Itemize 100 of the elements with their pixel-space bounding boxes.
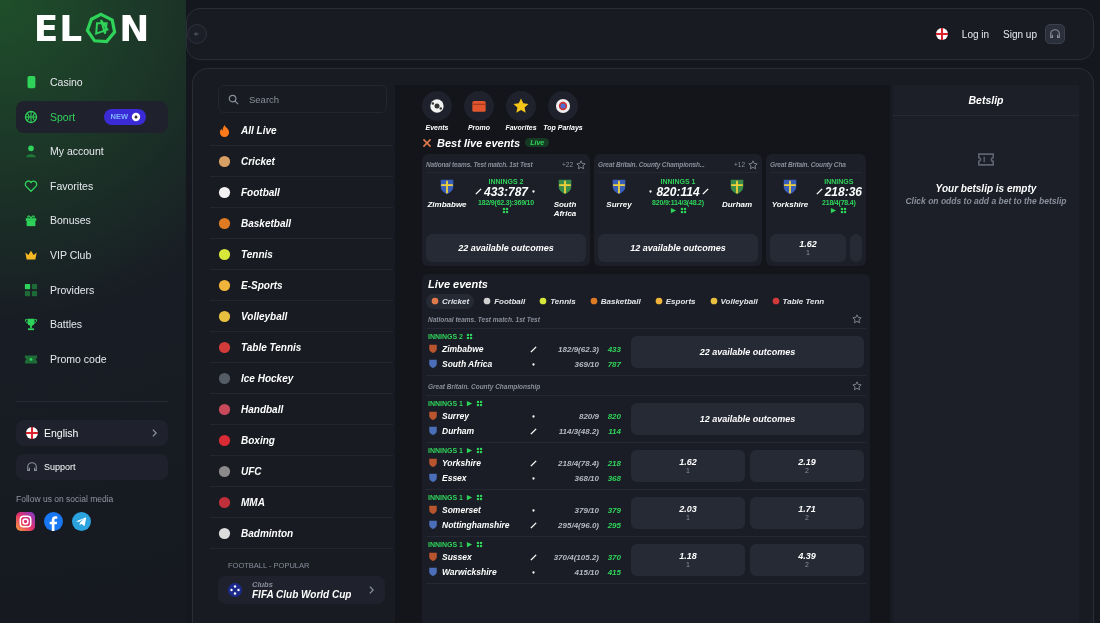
grid-icon bbox=[24, 282, 38, 297]
signup-link[interactable]: Sign up bbox=[1003, 28, 1037, 40]
play-icon[interactable] bbox=[466, 400, 473, 408]
search-field[interactable]: Search bbox=[218, 85, 387, 113]
stats-icon[interactable] bbox=[679, 206, 687, 214]
score: 820:114 bbox=[656, 184, 700, 199]
star-icon[interactable] bbox=[748, 159, 758, 170]
nav-item[interactable]: Battles bbox=[16, 308, 168, 341]
sport-item[interactable]: Ice Hockey bbox=[210, 363, 393, 394]
play-icon[interactable] bbox=[830, 206, 838, 214]
ball-icon bbox=[589, 297, 598, 306]
sport-item[interactable]: Tennis bbox=[210, 239, 393, 270]
empty-hint: Click on odds to add a bet to the betslip bbox=[904, 196, 1068, 206]
play-icon[interactable] bbox=[466, 447, 473, 455]
telegram-icon[interactable] bbox=[72, 511, 91, 531]
star-icon[interactable] bbox=[852, 381, 862, 392]
stats-icon[interactable] bbox=[502, 206, 510, 214]
nav-item[interactable]: Favorites bbox=[16, 169, 168, 202]
support-button[interactable] bbox=[1045, 24, 1065, 44]
ball-icon bbox=[218, 216, 231, 230]
star-icon[interactable] bbox=[576, 159, 586, 170]
stats-icon[interactable] bbox=[476, 447, 483, 455]
nav-item[interactable]: Casino bbox=[16, 66, 168, 98]
sport-tab[interactable]: Cricket bbox=[426, 293, 475, 309]
outcomes-button[interactable]: 12 available outcomes bbox=[631, 402, 864, 435]
sport-item[interactable]: Handball bbox=[210, 394, 393, 425]
login-link[interactable]: Log in bbox=[961, 28, 990, 40]
ball-icon bbox=[709, 297, 718, 306]
shield-icon bbox=[428, 520, 438, 531]
star-icon[interactable] bbox=[852, 314, 862, 325]
stats-icon[interactable] bbox=[476, 541, 483, 549]
sport-item[interactable]: Boxing bbox=[210, 425, 393, 456]
stats-icon[interactable] bbox=[466, 333, 473, 341]
stats-icon[interactable] bbox=[840, 206, 848, 214]
sport-item[interactable]: UFC bbox=[210, 456, 393, 487]
arrow-icon bbox=[193, 30, 201, 38]
facebook-icon[interactable] bbox=[44, 511, 63, 531]
team-name: South Africa bbox=[442, 359, 494, 370]
sport-tab[interactable]: Esports bbox=[649, 293, 701, 309]
score: 114 bbox=[607, 426, 621, 436]
sport-item[interactable]: Volleyball bbox=[210, 301, 393, 332]
sport-item[interactable]: All Live bbox=[210, 115, 393, 146]
sport-tab[interactable]: Basketball bbox=[584, 293, 646, 309]
social-heading: Follow us on social media bbox=[16, 493, 115, 504]
nav-item[interactable]: My account bbox=[16, 135, 168, 168]
ball-icon bbox=[131, 111, 141, 122]
sport-tab[interactable]: Table Tenn bbox=[766, 293, 830, 309]
play-icon[interactable] bbox=[466, 494, 473, 502]
language-button[interactable]: English bbox=[16, 419, 168, 446]
trophy-icon bbox=[24, 317, 38, 332]
flag-icon[interactable] bbox=[935, 28, 948, 40]
score-detail: 369/10 bbox=[573, 359, 599, 369]
sport-tab[interactable]: Tennis bbox=[534, 293, 581, 309]
nav-item[interactable]: Bonuses bbox=[16, 204, 168, 237]
outcomes-button[interactable]: 22 available outcomes bbox=[426, 233, 586, 262]
score-detail: 218/4(78.4) bbox=[557, 458, 599, 468]
nav-item[interactable]: VIP Club bbox=[16, 238, 168, 271]
play-icon[interactable] bbox=[669, 206, 677, 214]
sport-item[interactable]: Basketball bbox=[210, 208, 393, 239]
betslip-title: Betslip bbox=[893, 85, 1079, 116]
score-detail: 370/4(105.2) bbox=[552, 552, 599, 562]
sport-item[interactable]: MMA bbox=[210, 487, 393, 518]
score-detail: 114/3(48.2) bbox=[557, 426, 599, 436]
outcomes-button[interactable]: 12 available outcomes bbox=[598, 233, 758, 262]
nav-item[interactable]: Promo code bbox=[16, 342, 168, 375]
sport-item[interactable]: Football bbox=[210, 177, 393, 208]
sport-item[interactable]: Badminton bbox=[210, 518, 393, 549]
shield-icon bbox=[428, 473, 438, 484]
score: 218 bbox=[606, 458, 621, 468]
ball-icon bbox=[654, 297, 663, 306]
instagram-icon[interactable] bbox=[16, 511, 35, 531]
chevron-icon bbox=[151, 427, 158, 438]
stats-icon[interactable] bbox=[476, 494, 483, 502]
sport-tab[interactable]: Volleyball bbox=[704, 293, 763, 309]
support-button[interactable]: Support bbox=[16, 453, 168, 480]
stats-icon[interactable] bbox=[476, 400, 483, 408]
stars-logo-icon bbox=[228, 583, 242, 597]
team-name: Essex bbox=[442, 473, 468, 484]
shield-icon bbox=[428, 344, 438, 355]
shield-icon bbox=[428, 426, 438, 437]
score: 415 bbox=[606, 567, 621, 577]
sport-item[interactable]: Table Tennis bbox=[210, 332, 393, 363]
play-icon[interactable] bbox=[466, 541, 473, 549]
outcomes-button[interactable]: 22 available outcomes bbox=[631, 335, 864, 368]
sport-item[interactable]: E-Sports bbox=[210, 270, 393, 301]
ball-icon bbox=[218, 464, 231, 478]
ball-icon bbox=[431, 297, 439, 306]
sport-tab[interactable]: Football bbox=[478, 293, 531, 309]
score: 218:36 bbox=[824, 184, 862, 199]
nav-item[interactable]: Providers bbox=[16, 273, 168, 306]
ball-icon bbox=[218, 247, 231, 261]
sport-item[interactable]: Cricket bbox=[210, 146, 393, 177]
shield-icon bbox=[610, 177, 628, 196]
shield-icon bbox=[428, 505, 438, 516]
search-icon bbox=[228, 94, 239, 105]
ball-icon bbox=[218, 340, 231, 354]
team-name: Zimbabwe bbox=[442, 344, 485, 355]
shield-icon bbox=[428, 359, 438, 370]
team-name: Nottinghamshire bbox=[442, 520, 511, 531]
score-detail: 368/10 bbox=[573, 473, 599, 483]
